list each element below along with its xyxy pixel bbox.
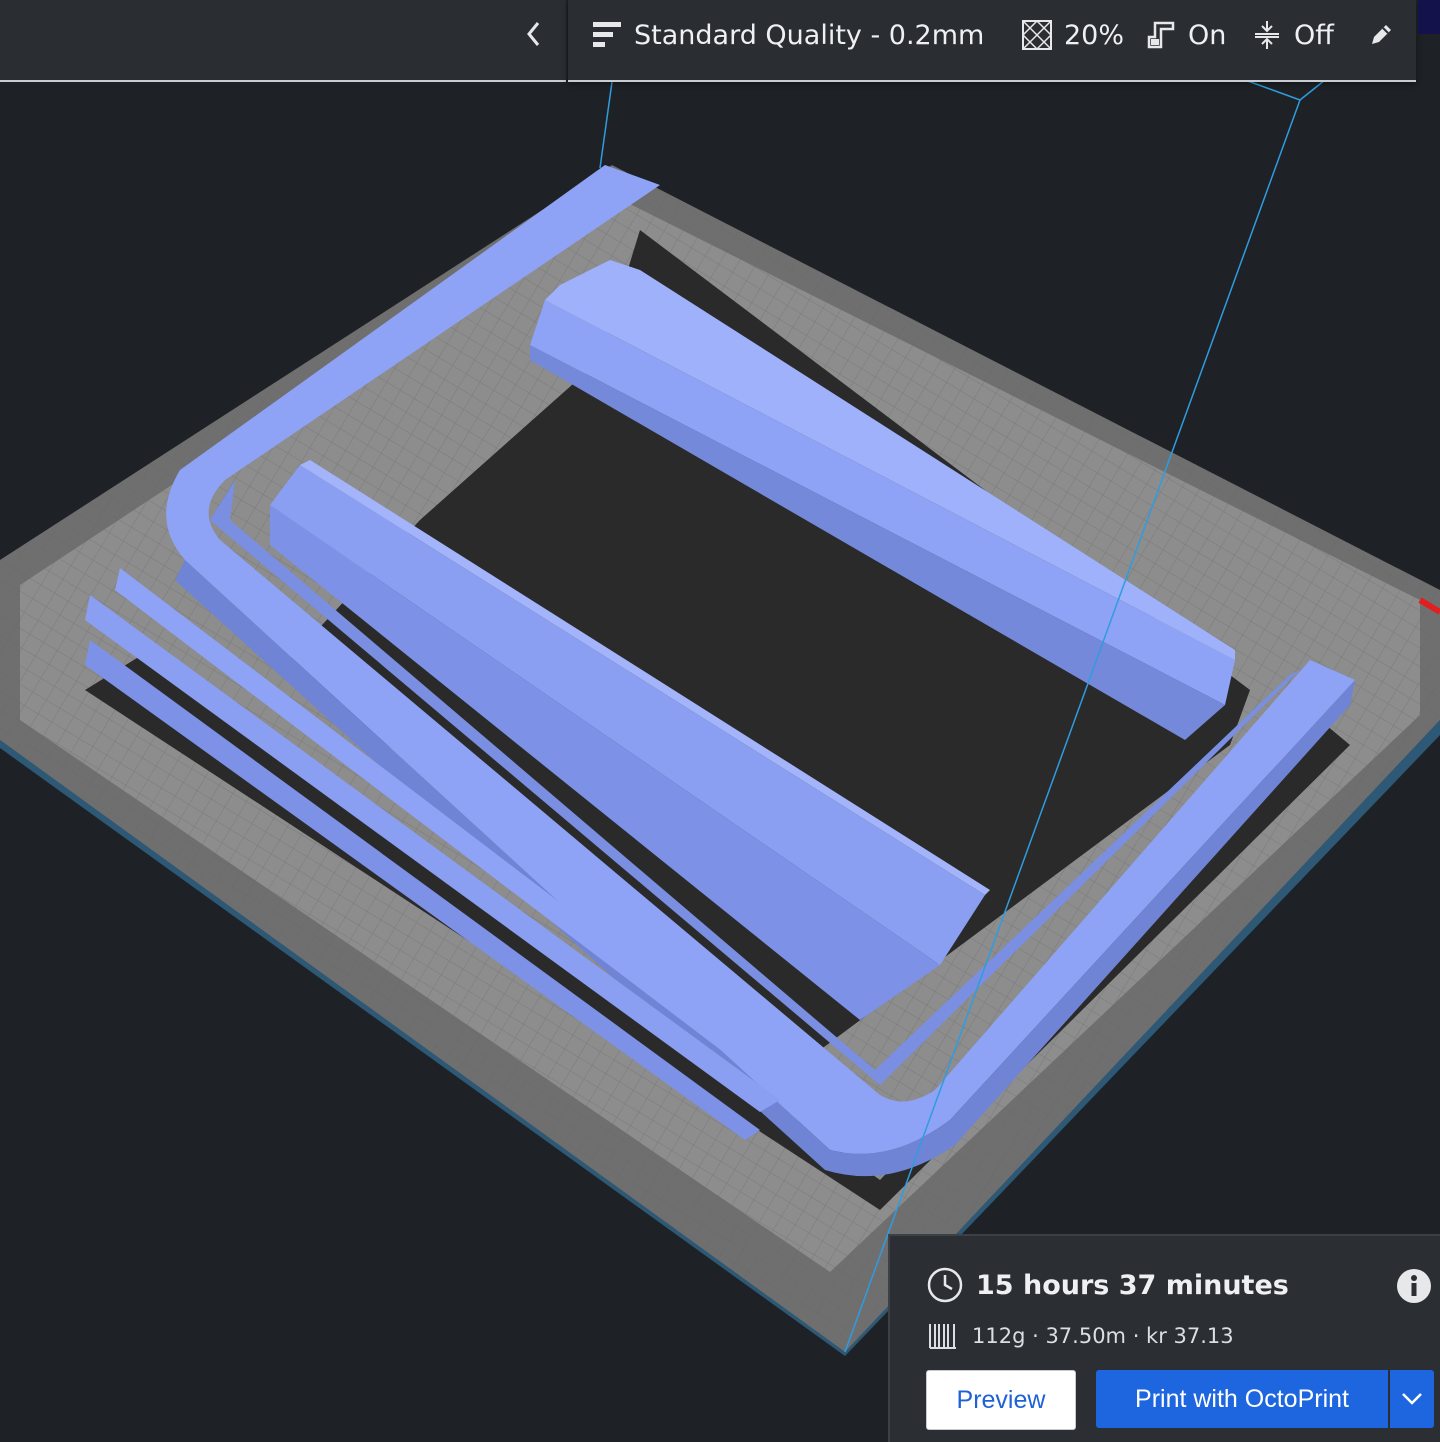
profile-label: Standard Quality - 0.2mm — [634, 19, 985, 51]
3d-viewport[interactable] — [0, 0, 1440, 1440]
support-value: On — [1188, 19, 1227, 51]
clock-icon — [927, 1267, 963, 1303]
material-row: 112g · 37.50m · kr 37.13 — [928, 1320, 1234, 1352]
print-job-panel: 15 hours 37 minutes 112g · 37.50m · kr 3… — [888, 1234, 1440, 1442]
adhesion-setting[interactable]: Off — [1250, 14, 1334, 56]
support-setting[interactable]: On — [1144, 14, 1226, 56]
material-usage: 112g · 37.50m · kr 37.13 — [972, 1324, 1234, 1348]
filament-icon — [929, 1324, 956, 1349]
print-time-row: 15 hours 37 minutes — [926, 1266, 1289, 1304]
print-profile-selector[interactable]: Standard Quality - 0.2mm — [590, 14, 984, 56]
infill-icon — [1020, 18, 1054, 52]
corner-accent — [1418, 0, 1440, 34]
adhesion-value: Off — [1294, 19, 1334, 51]
print-with-octoprint-button[interactable]: Print with OctoPrint — [1096, 1370, 1388, 1428]
toolbar-left-panel — [0, 0, 566, 82]
collapse-button[interactable] — [514, 14, 554, 54]
infill-setting[interactable]: 20% — [1020, 14, 1124, 56]
preview-button[interactable]: Preview — [926, 1370, 1076, 1430]
chevron-left-icon — [527, 22, 540, 46]
print-options-dropdown[interactable] — [1390, 1370, 1434, 1428]
edit-settings-button[interactable] — [1364, 14, 1408, 56]
chevron-down-icon — [1402, 1393, 1422, 1405]
adhesion-icon — [1250, 18, 1284, 52]
print-profile-icon — [590, 18, 624, 52]
infill-value: 20% — [1064, 19, 1125, 51]
support-icon — [1144, 18, 1178, 52]
info-icon[interactable] — [1396, 1268, 1432, 1304]
print-settings-bar[interactable]: Standard Quality - 0.2mm 20% On Off — [568, 0, 1416, 82]
print-time: 15 hours 37 minutes — [976, 1269, 1289, 1301]
pencil-icon — [1364, 18, 1398, 52]
